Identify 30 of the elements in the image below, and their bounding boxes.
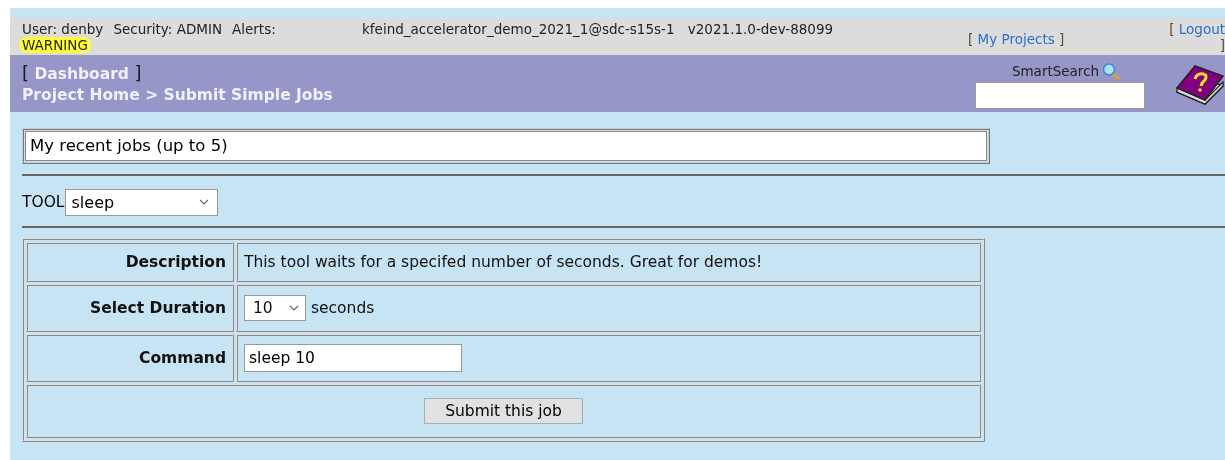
dropdown-caret-icon (289, 305, 299, 311)
bracket: [ (1169, 21, 1175, 37)
duration-select[interactable]: 10 (244, 295, 306, 321)
recent-jobs-panel[interactable]: My recent jobs (up to 5) (25, 131, 987, 161)
bracket: ] (134, 62, 142, 83)
project-version-text: kfeind_accelerator_demo_2021_1@sdc-s15s-1 v2021.1.0-dev-88099 (362, 21, 834, 37)
logout-link[interactable]: Logout (1178, 21, 1225, 37)
security-label: Security: ADMIN (113, 21, 223, 37)
description-text: This tool waits for a specifed number of seconds. Great for demos! (244, 253, 763, 271)
field-label: Select Duration (90, 299, 226, 317)
bracket: [ (22, 62, 30, 83)
alerts-label: Alerts: (232, 21, 276, 37)
field-label: Description (125, 253, 226, 271)
bracket: ] (1219, 37, 1225, 53)
field-label: Command (139, 349, 226, 367)
breadcrumb: Project Home > Submit Simple Jobs (22, 86, 333, 104)
search-field[interactable] (975, 82, 1145, 109)
submit-button[interactable]: Submit this job (424, 398, 583, 424)
warning-badge: WARNING (19, 37, 91, 53)
user-label: User: denby (22, 21, 104, 37)
search-icon[interactable] (1102, 63, 1123, 80)
command-field[interactable]: sleep 10 (244, 344, 462, 372)
tool-label: TOOL (22, 193, 65, 211)
my-projects-link[interactable]: My Projects (977, 31, 1055, 47)
unit-label: seconds (310, 298, 375, 317)
bracket: [ (968, 31, 974, 47)
smartsearch-label: SmartSearch (1011, 63, 1100, 79)
bracket: ] (1059, 31, 1065, 47)
dropdown-caret-icon (198, 199, 209, 205)
tool-select[interactable]: sleep (64, 188, 218, 216)
